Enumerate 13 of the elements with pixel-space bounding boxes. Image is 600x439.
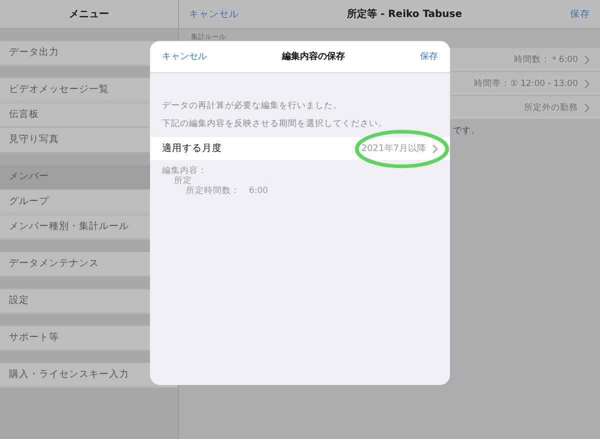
dialog-title: 編集内容の保存	[282, 50, 345, 63]
note-text: です。	[453, 126, 480, 136]
cancel-button[interactable]: キャンセル	[189, 8, 239, 20]
menu-title: メニュー	[69, 8, 109, 21]
chevron-icon	[432, 144, 438, 154]
chevron-icon	[584, 102, 590, 112]
change-text: 所定時間数： 6:00	[185, 186, 270, 196]
save-button[interactable]: 保存	[570, 8, 590, 20]
chevron-icon	[584, 54, 590, 64]
chevron-icon	[584, 78, 590, 88]
period-row[interactable]: 適用する月度 2021年7月以降	[150, 137, 450, 160]
save-button[interactable]: 保存	[420, 50, 438, 63]
page-title: 所定等 - Reiko Tabuse	[346, 7, 462, 21]
